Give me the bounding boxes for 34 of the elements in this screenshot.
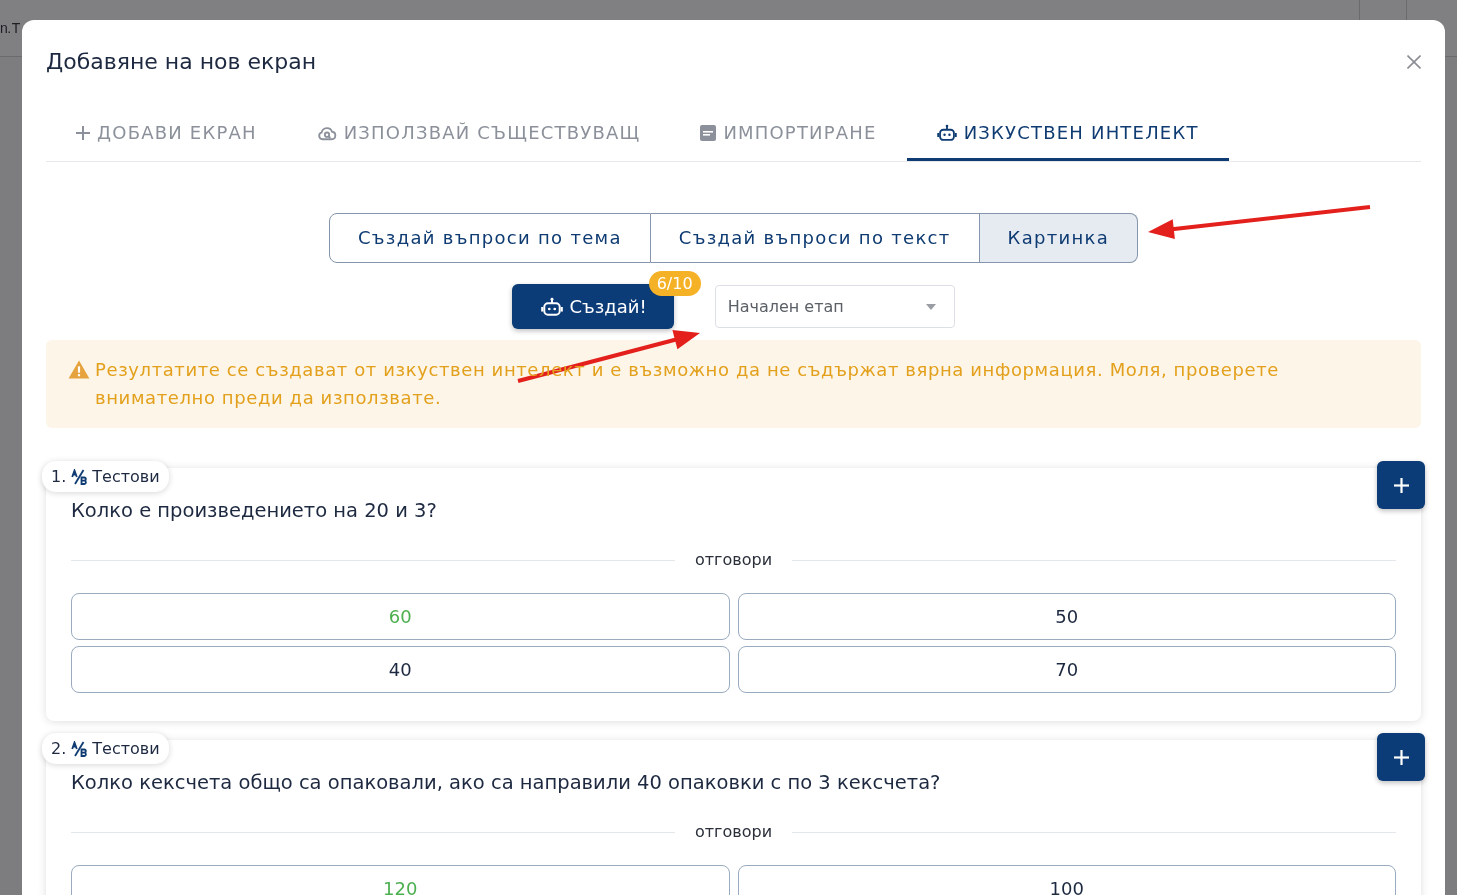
question-type: Тестови xyxy=(92,739,160,758)
cloud-icon xyxy=(316,124,337,142)
robot-icon xyxy=(541,296,564,317)
page-header-text: n. T xyxy=(0,20,20,36)
question-number: 2. xyxy=(51,739,67,758)
fraction-icon xyxy=(71,740,88,757)
plus-icon xyxy=(76,126,90,140)
usage-count-badge: 6/10 xyxy=(648,271,701,296)
question-text: Колко е произведението на 20 и 3? xyxy=(71,498,438,524)
document-icon xyxy=(700,125,717,141)
close-icon xyxy=(1407,55,1421,69)
question-type: Тестови xyxy=(92,467,160,486)
close-button[interactable] xyxy=(1407,55,1421,69)
mode-option[interactable]: Картинка xyxy=(979,213,1139,263)
question-number: 1. xyxy=(51,467,67,486)
fraction-icon xyxy=(71,468,88,485)
plus-icon xyxy=(1393,749,1409,765)
caret-icon xyxy=(925,303,936,310)
answer-option[interactable]: 40 xyxy=(71,646,730,693)
answers-heading: отговори xyxy=(693,549,774,571)
robot-icon xyxy=(936,124,957,142)
answers-heading: отговори xyxy=(693,821,774,843)
question-text: Колко кексчета общо са опаковали, ако са направили 40 опаковки с по 3 кексчета? xyxy=(71,770,942,796)
answer-option[interactable]: 100 xyxy=(737,865,1396,895)
mode-option[interactable]: Създай въпроси по тема xyxy=(328,213,651,263)
add-button[interactable] xyxy=(1377,461,1425,509)
add-button[interactable] xyxy=(1377,733,1425,781)
mode-option[interactable]: Създай въпроси по текст xyxy=(650,213,980,263)
answer-option[interactable]: 50 xyxy=(737,593,1396,640)
answer-option[interactable]: 70 xyxy=(737,646,1396,693)
dialog-title: Добавяне на нов екран xyxy=(46,48,317,76)
warning-icon xyxy=(68,360,90,379)
plus-icon xyxy=(1393,477,1409,493)
stage-select[interactable]: Начален етап xyxy=(714,285,955,328)
